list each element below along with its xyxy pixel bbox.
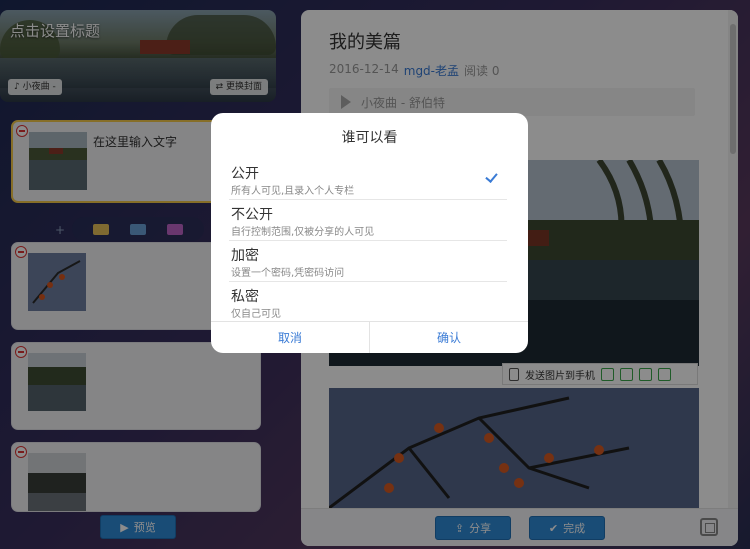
option-password[interactable]: 加密 设置一个密码,凭密码访问 bbox=[229, 241, 507, 282]
option-label: 公开 bbox=[231, 166, 259, 182]
option-label: 不公开 bbox=[231, 207, 273, 223]
confirm-button[interactable]: 确认 bbox=[369, 322, 528, 353]
option-description: 仅自己可见 bbox=[231, 309, 281, 320]
dialog-actions: 取消 确认 bbox=[211, 321, 528, 353]
option-unlisted[interactable]: 不公开 自行控制范围,仅被分享的人可见 bbox=[229, 200, 507, 241]
check-icon bbox=[485, 170, 498, 183]
option-label: 加密 bbox=[231, 248, 259, 264]
option-description: 所有人可见,且录入个人专栏 bbox=[231, 186, 355, 197]
cancel-button[interactable]: 取消 bbox=[211, 322, 369, 353]
option-description: 自行控制范围,仅被分享的人可见 bbox=[231, 227, 375, 238]
option-private[interactable]: 私密 仅自己可见 bbox=[229, 282, 507, 323]
visibility-dialog: 谁可以看 公开 所有人可见,且录入个人专栏 不公开 自行控制范围,仅被分享的人可… bbox=[211, 113, 528, 353]
option-description: 设置一个密码,凭密码访问 bbox=[231, 268, 345, 279]
option-public[interactable]: 公开 所有人可见,且录入个人专栏 bbox=[229, 159, 507, 200]
option-label: 私密 bbox=[231, 289, 259, 305]
dialog-title: 谁可以看 bbox=[341, 130, 398, 146]
